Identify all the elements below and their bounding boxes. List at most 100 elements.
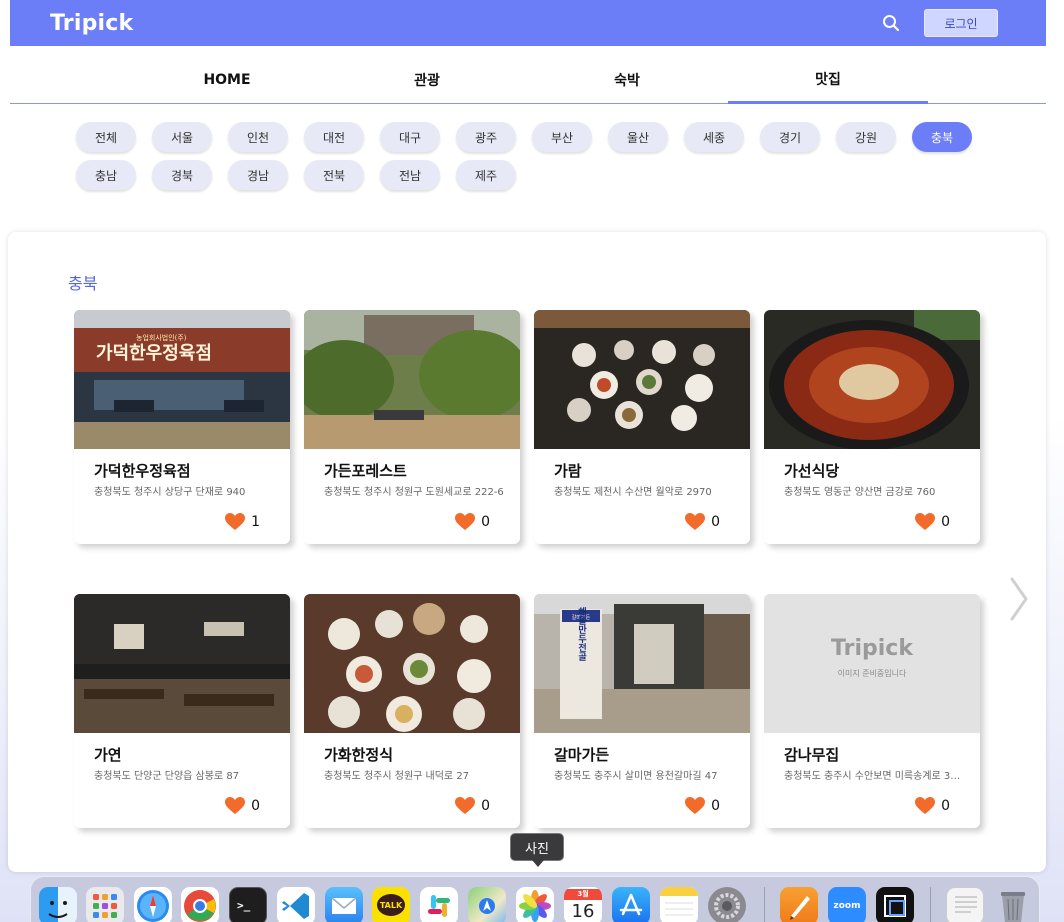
header-actions: 로그인	[880, 9, 998, 37]
region-chip-all[interactable]: 전체	[76, 122, 136, 152]
heart-icon[interactable]	[455, 797, 476, 815]
restaurant-photo	[304, 594, 520, 733]
heart-icon[interactable]	[915, 797, 936, 815]
region-chip-jeju[interactable]: 제주	[456, 160, 516, 190]
safari-icon[interactable]	[134, 887, 172, 922]
restaurant-photo: 갈마가든 해물만두전골	[534, 594, 750, 733]
restaurant-address: 충청북도 영동군 양산면 금강로 760	[784, 487, 936, 498]
placeholder-text: 이미지 준비중입니다	[837, 669, 907, 678]
restaurant-address: 충청북도 충주시 수안보면 미륵송계로 3…	[784, 771, 961, 782]
like-count: 0	[941, 798, 950, 814]
slack-icon[interactable]	[420, 887, 458, 922]
terminal-icon[interactable]: >_	[229, 887, 267, 922]
restaurant-card[interactable]: 가든포레스트 충청북도 청주시 청원구 도원세교로 222-6 0	[304, 310, 520, 544]
search-icon[interactable]	[880, 12, 902, 34]
restaurant-name: 가람	[554, 462, 582, 480]
restaurant-address: 충청북도 제천시 수산면 월악로 2970	[554, 487, 712, 498]
like-counter: 0	[225, 797, 260, 815]
calendar-day: 16	[571, 900, 595, 922]
restaurant-card[interactable]: 가람 충청북도 제천시 수산면 월악로 2970 0	[534, 310, 750, 544]
restaurant-card[interactable]: 가연 충청북도 단양군 단양읍 삼봉로 87 0	[74, 594, 290, 828]
restaurant-photo	[534, 310, 750, 449]
zoom-icon[interactable]: zoom	[828, 887, 866, 922]
restaurant-card[interactable]: 농업회사법인(주) 가덕한우정육점 가덕한우정육점 충청북도 청주시 상당구 단…	[74, 310, 290, 544]
trash-icon[interactable]	[994, 887, 1032, 922]
restaurant-card[interactable]: 가화한정식 충청북도 청주시 청원구 내덕로 27 0	[304, 594, 520, 828]
vscode-icon[interactable]	[277, 887, 315, 922]
tab-restaurants[interactable]: 맛집	[728, 56, 928, 104]
restaurant-address: 충청북도 단양군 단양읍 삼봉로 87	[94, 771, 240, 782]
region-chip-jeonnam[interactable]: 전남	[380, 160, 440, 190]
heart-icon[interactable]	[685, 797, 706, 815]
notes-icon[interactable]	[660, 887, 698, 922]
region-chip-chungbuk[interactable]: 충북	[912, 122, 972, 152]
heart-icon[interactable]	[225, 513, 246, 531]
region-chip-gangwon[interactable]: 강원	[836, 122, 896, 152]
chevron-right-icon[interactable]	[1008, 577, 1030, 621]
tab-home[interactable]: HOME	[127, 56, 327, 104]
region-chip-gyeonggi[interactable]: 경기	[760, 122, 820, 152]
region-chip-ulsan[interactable]: 울산	[608, 122, 668, 152]
region-chip-daejeon[interactable]: 대전	[304, 122, 364, 152]
launchpad-icon[interactable]	[86, 887, 124, 922]
region-chip-gyeongnam[interactable]: 경남	[228, 160, 288, 190]
like-count: 0	[481, 798, 490, 814]
calendar-icon[interactable]: 3월 16	[564, 887, 602, 922]
dock-separator	[930, 887, 931, 922]
region-chip-gwangju[interactable]: 광주	[456, 122, 516, 152]
restaurant-card[interactable]: 갈마가든 해물만두전골 갈마가든 충청북도 충주시 살미면 용천갈마길 47 0	[534, 594, 750, 828]
tab-tourism[interactable]: 관광	[327, 56, 527, 104]
like-counter: 0	[685, 797, 720, 815]
system-settings-icon[interactable]	[708, 887, 746, 922]
like-count: 0	[941, 514, 950, 530]
app-logo[interactable]: Tripick	[50, 11, 133, 36]
calendar-month: 3월	[564, 888, 602, 900]
like-count: 0	[711, 514, 720, 530]
image-placeholder: Tripick 이미지 준비중입니다	[764, 594, 980, 733]
top-header: Tripick 로그인	[10, 0, 1046, 46]
restaurant-photo	[304, 310, 520, 449]
placeholder-logo: Tripick	[831, 636, 913, 661]
screenshot-icon[interactable]	[876, 887, 914, 922]
like-count: 0	[711, 798, 720, 814]
heart-icon[interactable]	[225, 797, 246, 815]
region-chip-incheon[interactable]: 인천	[228, 122, 288, 152]
restaurant-photo: 농업회사법인(주) 가덕한우정육점	[74, 310, 290, 449]
restaurant-name: 가화한정식	[324, 746, 394, 764]
like-counter: 0	[455, 513, 490, 531]
region-chip-sejong[interactable]: 세종	[684, 122, 744, 152]
login-button[interactable]: 로그인	[924, 9, 998, 37]
preview-icon[interactable]	[946, 887, 984, 922]
region-chip-gyeongbuk[interactable]: 경북	[152, 160, 212, 190]
like-counter: 0	[685, 513, 720, 531]
banner-sign: 해물만두전골	[576, 606, 586, 662]
heart-icon[interactable]	[455, 513, 476, 531]
restaurant-name: 가선식당	[784, 462, 840, 480]
like-counter: 1	[225, 513, 260, 531]
chrome-icon[interactable]	[181, 887, 219, 922]
mail-icon[interactable]	[325, 887, 363, 922]
restaurant-card[interactable]: Tripick 이미지 준비중입니다 감나무집 충청북도 충주시 수안보면 미륵…	[764, 594, 980, 828]
region-chip-busan[interactable]: 부산	[532, 122, 592, 152]
region-chip-jeonbuk[interactable]: 전북	[304, 160, 364, 190]
photos-icon[interactable]	[516, 887, 554, 922]
heart-icon[interactable]	[685, 513, 706, 531]
macos-dock: >_ TALK 3월 16 zoom	[30, 876, 1040, 922]
restaurant-card[interactable]: 가선식당 충청북도 영동군 양산면 금강로 760 0	[764, 310, 980, 544]
tab-lodging[interactable]: 숙박	[527, 56, 727, 104]
section-title: 충북	[68, 274, 98, 293]
restaurant-address: 충청북도 청주시 청원구 도원세교로 222-6	[324, 487, 504, 498]
like-count: 1	[251, 514, 260, 530]
heart-icon[interactable]	[915, 513, 936, 531]
maps-icon[interactable]	[468, 887, 506, 922]
region-chip-daegu[interactable]: 대구	[380, 122, 440, 152]
pages-icon[interactable]	[780, 887, 818, 922]
region-chip-seoul[interactable]: 서울	[152, 122, 212, 152]
finder-icon[interactable]	[39, 887, 77, 922]
app-store-icon[interactable]	[612, 887, 650, 922]
kakaotalk-icon[interactable]: TALK	[372, 887, 410, 922]
storefront-sign: 가덕한우정육점	[96, 343, 212, 364]
like-counter: 0	[915, 797, 950, 815]
region-chip-chungnam[interactable]: 충남	[76, 160, 136, 190]
storefront-sign-top: 농업회사법인(주)	[136, 333, 187, 342]
